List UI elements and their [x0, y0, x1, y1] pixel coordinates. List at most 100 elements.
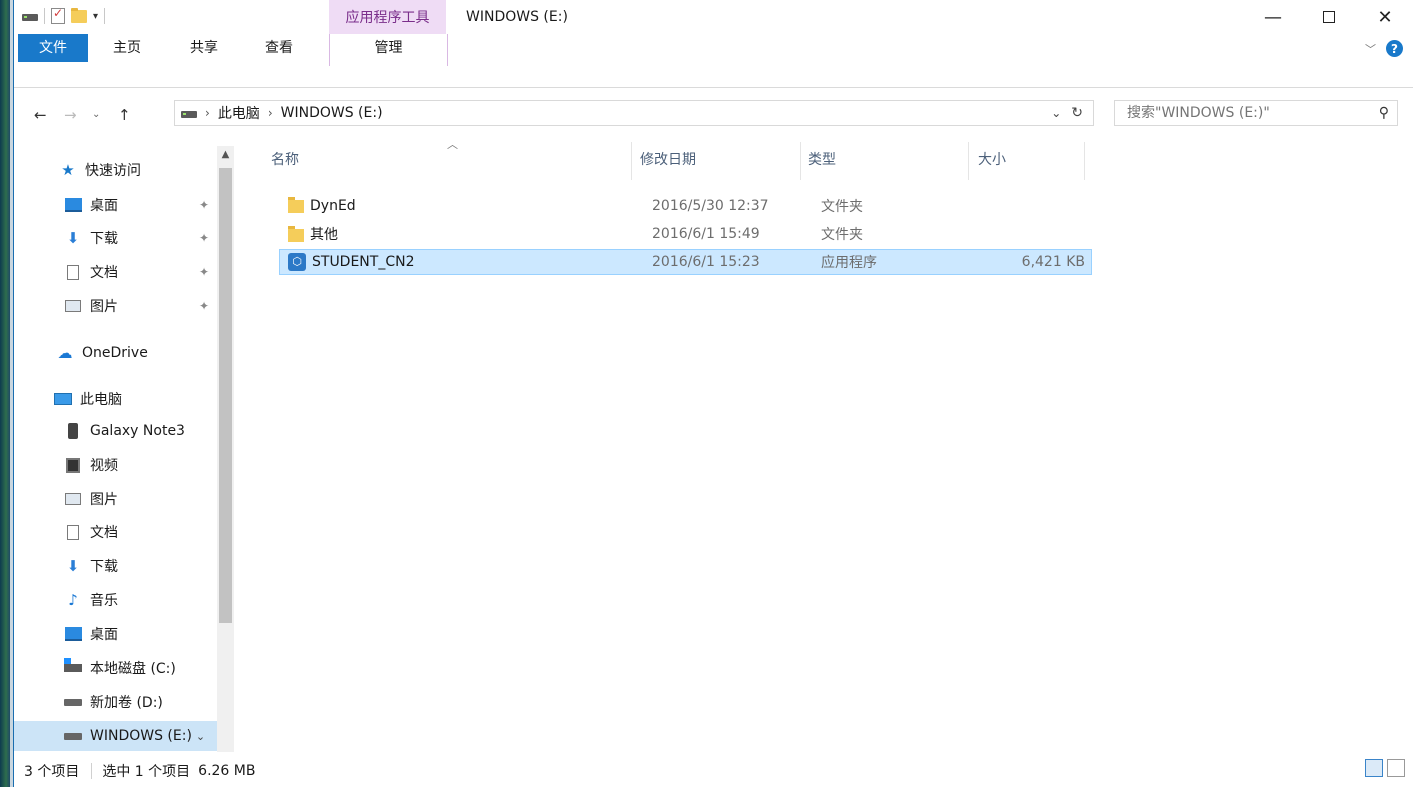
file-date: 2016/5/30 12:37: [652, 198, 769, 214]
large-icons-view-icon[interactable]: [1387, 759, 1405, 777]
sidebar-item-drive-d[interactable]: 新加卷 (D:): [64, 687, 229, 717]
navigation-scrollbar[interactable]: ▲: [217, 146, 234, 752]
search-input[interactable]: [1125, 104, 1359, 122]
sidebar-item-label: 文档: [90, 265, 118, 281]
sidebar-item-label: WINDOWS (E:): [90, 728, 192, 744]
column-divider[interactable]: [631, 142, 632, 180]
column-divider[interactable]: [800, 142, 801, 180]
tab-file[interactable]: 文件: [18, 34, 88, 62]
refresh-icon[interactable]: ↻: [1071, 105, 1083, 121]
pin-icon[interactable]: ✦: [199, 299, 209, 313]
sidebar-item-drive-c[interactable]: 本地磁盘 (C:): [64, 653, 229, 683]
search-box[interactable]: ⚲: [1114, 100, 1398, 126]
minimize-button[interactable]: —: [1245, 0, 1301, 34]
navigation-pane: ★ 快速访问 桌面 ✦ ⬇ 下载 ✦ 文档 ✦ 图片 ✦ ☁ OneDrive: [14, 140, 244, 752]
ribbon-controls: ﹀ ?: [1365, 40, 1403, 57]
video-icon: [66, 457, 80, 473]
file-list: ︿ 名称 修改日期 类型 大小 DynEd 2016/5/30 12:37 文件…: [254, 138, 1404, 752]
context-tab-header: 应用程序工具: [329, 0, 446, 34]
download-icon: ⬇: [66, 229, 80, 247]
sidebar-item-videos[interactable]: 视频: [64, 450, 229, 480]
new-folder-icon[interactable]: [71, 7, 87, 23]
download-icon: ⬇: [66, 557, 80, 575]
sidebar-item-this-pc[interactable]: 此电脑: [54, 384, 229, 414]
title-bar: ▾ 应用程序工具 WINDOWS (E:) — ✕: [14, 0, 1413, 34]
tab-share[interactable]: 共享: [179, 34, 229, 62]
drive-icon[interactable]: [22, 13, 38, 21]
system-drive-icon: [64, 658, 82, 672]
sidebar-item-label: 图片: [90, 492, 118, 508]
explorer-window: ▾ 应用程序工具 WINDOWS (E:) — ✕ 文件 主页 共享 查看 管理…: [13, 0, 1413, 787]
sidebar-item-pictures-pinned[interactable]: 图片 ✦: [64, 291, 229, 321]
sidebar-item-desktop[interactable]: 桌面: [64, 619, 229, 649]
breadcrumb-separator[interactable]: ›: [268, 106, 273, 120]
desktop-icon: [64, 627, 82, 641]
scroll-thumb[interactable]: [219, 168, 232, 623]
sidebar-item-documents-pinned[interactable]: 文档 ✦: [64, 257, 229, 287]
help-icon[interactable]: ?: [1386, 40, 1403, 57]
sidebar-item-label: Galaxy Note3: [90, 423, 185, 439]
scroll-up-icon[interactable]: ▲: [217, 146, 234, 164]
column-divider[interactable]: [968, 142, 969, 180]
toolbar-divider: [44, 8, 45, 24]
customize-toolbar-icon[interactable]: ▾: [93, 11, 98, 22]
pin-icon[interactable]: ✦: [199, 198, 209, 212]
context-tab-label: 应用程序工具: [345, 10, 430, 26]
selection-count: 选中 1 个项目: [102, 763, 191, 780]
maximize-button[interactable]: [1301, 0, 1357, 34]
sidebar-item-label: 新加卷 (D:): [90, 695, 163, 711]
pin-icon[interactable]: ✦: [199, 265, 209, 279]
file-row[interactable]: DynEd 2016/5/30 12:37 文件夹: [279, 193, 1092, 219]
address-bar[interactable]: › 此电脑 › WINDOWS (E:) ⌄ ↻: [174, 100, 1094, 126]
column-header-date[interactable]: 修改日期: [640, 140, 790, 178]
column-header-name[interactable]: 名称: [271, 140, 631, 178]
forward-arrow-icon[interactable]: →: [64, 106, 77, 124]
file-row[interactable]: 其他 2016/6/1 15:49 文件夹: [279, 221, 1092, 247]
recent-locations-icon[interactable]: ⌄: [92, 109, 100, 120]
close-button[interactable]: ✕: [1357, 0, 1413, 34]
phone-icon: [68, 423, 78, 439]
sidebar-item-pictures[interactable]: 图片: [64, 484, 229, 514]
breadcrumb-this-pc[interactable]: 此电脑: [218, 103, 260, 123]
sidebar-item-label: 桌面: [90, 198, 118, 214]
cloud-icon: ☁: [57, 344, 73, 362]
address-dropdown-icon[interactable]: ⌄: [1051, 106, 1061, 120]
breadcrumb-separator[interactable]: ›: [205, 106, 210, 120]
sidebar-item-quick-access[interactable]: ★ 快速访问: [59, 155, 229, 185]
expand-ribbon-icon[interactable]: ﹀: [1365, 41, 1376, 57]
computer-icon: [54, 393, 72, 405]
breadcrumb-windows-e[interactable]: WINDOWS (E:): [281, 105, 383, 121]
tab-view[interactable]: 查看: [254, 34, 304, 62]
folder-icon: [288, 225, 304, 242]
tab-manage[interactable]: 管理: [329, 34, 448, 66]
expand-icon[interactable]: ⌄: [196, 730, 205, 743]
details-view-icon[interactable]: [1365, 759, 1383, 777]
file-date: 2016/6/1 15:23: [652, 254, 760, 270]
sidebar-item-label: 下载: [90, 231, 118, 247]
back-arrow-icon[interactable]: ←: [34, 106, 47, 124]
sidebar-item-drive-e[interactable]: WINDOWS (E:) ⌄: [14, 721, 217, 751]
tab-home[interactable]: 主页: [102, 34, 152, 62]
sidebar-item-desktop-pinned[interactable]: 桌面 ✦: [64, 190, 229, 220]
folder-icon: [288, 196, 304, 213]
status-bar: 3 个项目 选中 1 个项目 6.26 MB: [14, 754, 1413, 787]
sidebar-item-label: 此电脑: [80, 392, 122, 408]
column-header-size[interactable]: 大小: [978, 140, 1078, 178]
properties-icon[interactable]: [51, 6, 65, 24]
address-controls: ⌄ ↻: [1051, 105, 1093, 121]
sidebar-item-downloads[interactable]: ⬇ 下载: [64, 551, 229, 581]
column-header-type[interactable]: 类型: [808, 140, 958, 178]
file-row-selected[interactable]: ⬡ STUDENT_CN2 2016/6/1 15:23 应用程序 6,421 K…: [279, 249, 1092, 275]
up-arrow-icon[interactable]: ↑: [118, 106, 131, 124]
sidebar-item-documents[interactable]: 文档: [64, 517, 229, 547]
sidebar-item-onedrive[interactable]: ☁ OneDrive: [56, 338, 229, 368]
column-divider[interactable]: [1084, 142, 1085, 180]
sidebar-item-downloads-pinned[interactable]: ⬇ 下载 ✦: [64, 223, 229, 253]
sidebar-item-music[interactable]: ♪ 音乐: [64, 585, 229, 615]
pin-icon[interactable]: ✦: [199, 231, 209, 245]
file-type: 文件夹: [821, 227, 863, 243]
sidebar-item-galaxy-note3[interactable]: Galaxy Note3: [64, 416, 229, 446]
search-icon[interactable]: ⚲: [1379, 105, 1389, 121]
quick-access-toolbar: ▾: [22, 6, 106, 24]
drive-icon: [181, 110, 197, 118]
